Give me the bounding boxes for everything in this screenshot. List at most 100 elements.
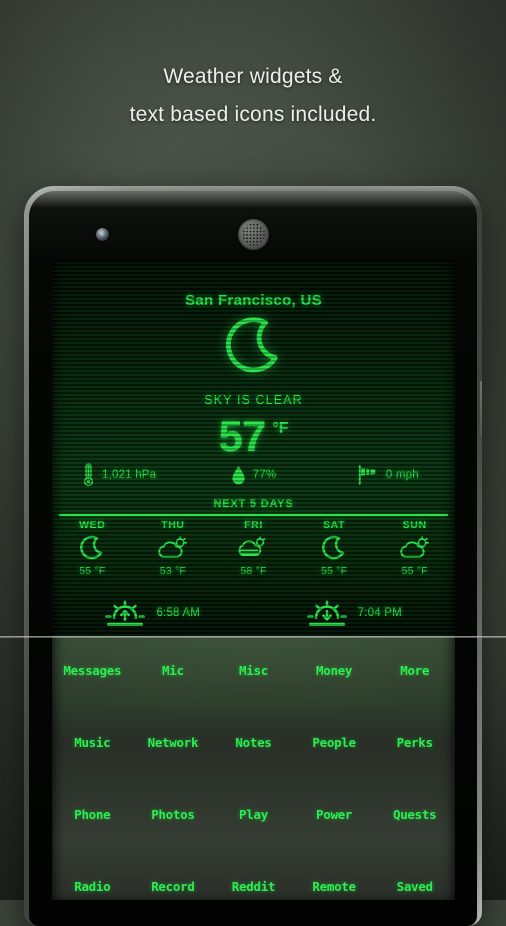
app-label: Record <box>151 879 195 894</box>
forecast-day-fri: FRI 58 °F <box>213 519 294 591</box>
weather-condition-icon-wrap <box>52 315 455 379</box>
app-label: More <box>400 663 430 678</box>
forecast-day-label: THU <box>161 519 185 531</box>
app-icon-people[interactable]: People <box>294 734 375 752</box>
forecast-divider <box>59 514 448 516</box>
forecast-day-sat: SAT 55 °F <box>294 519 375 591</box>
forecast-icon-wrap <box>294 534 375 562</box>
weather-city: San Francisco, US <box>185 292 322 309</box>
weather-metrics-row: 1,021 hPa 77% 0 mph <box>52 458 455 492</box>
forecast-day-sun: SUN 55 °F <box>374 519 455 591</box>
phone-screen: San Francisco, US SKY IS CLEAR 57 °F 1,0… <box>52 260 455 900</box>
app-drawer: Messages Mic Misc Money More Music Netwo… <box>52 636 455 900</box>
forecast-icon-wrap <box>133 534 214 562</box>
forecast-icon-wrap <box>213 534 294 562</box>
cloud-sun-icon <box>158 535 187 558</box>
water-drop-icon <box>232 465 245 484</box>
metric-wind: 0 mph <box>321 464 455 486</box>
drawer-row-1: Messages Mic Misc Money More <box>52 658 455 684</box>
app-label: Notes <box>235 735 272 750</box>
sunrise-item: 6:58 AM <box>52 593 254 633</box>
headline-line-1: Weather widgets & <box>163 65 343 88</box>
app-label: Quests <box>392 807 437 822</box>
app-icon-power[interactable]: Power <box>294 806 375 824</box>
app-label: Power <box>316 807 353 822</box>
app-label: Perks <box>396 735 433 750</box>
forecast-temp: 58 °F <box>240 565 267 577</box>
power-button[interactable] <box>480 381 482 437</box>
app-icon-money[interactable]: Money <box>294 662 375 680</box>
app-icon-remote[interactable]: Remote <box>294 878 375 896</box>
sunset-icon <box>306 600 347 626</box>
app-icon-play[interactable]: Play <box>213 806 294 824</box>
sunset-time: 7:04 PM <box>357 607 402 619</box>
weather-widget[interactable]: San Francisco, US SKY IS CLEAR 57 °F 1,0… <box>52 260 455 636</box>
earpiece-speaker-icon <box>238 219 269 250</box>
forecast-day-label: FRI <box>244 519 263 531</box>
forecast-temp: 55 °F <box>401 565 428 577</box>
drawer-row-3: Phone Photos Play Power Quests <box>52 802 455 828</box>
app-label: Saved <box>396 879 433 894</box>
app-icon-radio[interactable]: Radio <box>52 878 133 896</box>
forecast-row: WED 55 °F THU 53 °F FRI 58 °F SAT 55 °F … <box>52 519 455 591</box>
app-label: Photos <box>151 807 195 822</box>
app-icon-photos[interactable]: Photos <box>133 806 214 824</box>
app-label: Music <box>74 735 111 750</box>
weather-condition-text: SKY IS CLEAR <box>204 393 303 407</box>
app-label: Messages <box>63 663 122 678</box>
app-icon-saved[interactable]: Saved <box>374 878 455 896</box>
metric-humidity: 77% <box>186 465 320 486</box>
windsock-icon <box>358 464 376 486</box>
forecast-day-thu: THU 53 °F <box>133 519 214 591</box>
app-label: Misc <box>239 663 268 678</box>
mist-cloud-icon <box>239 536 266 557</box>
front-camera-icon <box>96 228 109 241</box>
app-icon-network[interactable]: Network <box>133 734 214 752</box>
sunrise-time: 6:58 AM <box>156 607 201 619</box>
headline: Weather widgets & text based icons inclu… <box>0 58 506 134</box>
weather-temperature-row: 57 °F <box>52 415 455 459</box>
forecast-header: NEXT 5 DAYS <box>213 498 294 510</box>
app-label: Mic <box>162 663 184 678</box>
forecast-day-label: SAT <box>323 519 346 531</box>
app-label: Phone <box>74 807 111 822</box>
app-label: Remote <box>312 879 356 894</box>
app-label: Radio <box>74 879 111 894</box>
app-icon-reddit[interactable]: Reddit <box>213 878 294 896</box>
metric-humidity-value: 77% <box>252 469 277 481</box>
sun-times-row: 6:58 AM 7:04 PM <box>52 593 455 633</box>
metric-pressure-value: 1,021 hPa <box>102 469 157 481</box>
app-icon-music[interactable]: Music <box>52 734 133 752</box>
forecast-icon-wrap <box>52 534 133 562</box>
forecast-temp: 53 °F <box>159 565 186 577</box>
forecast-day-label: SUN <box>402 519 427 531</box>
image-seam-line <box>0 636 506 638</box>
moon-crescent-icon <box>225 317 278 373</box>
drawer-row-4: Radio Record Reddit Remote Saved <box>52 874 455 900</box>
forecast-day-label: WED <box>79 519 106 531</box>
app-icon-more[interactable]: More <box>374 662 455 680</box>
speaker-mesh <box>242 223 265 246</box>
app-label: Network <box>147 735 199 750</box>
app-icon-phone[interactable]: Phone <box>52 806 133 824</box>
cloud-sun-icon <box>399 535 429 558</box>
forecast-day-wed: WED 55 °F <box>52 519 133 591</box>
moon-crescent-icon <box>322 535 345 560</box>
app-icon-mic[interactable]: Mic <box>133 662 214 680</box>
thermometer-icon <box>83 463 94 487</box>
app-icon-quests[interactable]: Quests <box>374 806 455 824</box>
sunrise-icon <box>105 600 146 626</box>
weather-temperature-value: 57 <box>218 412 266 461</box>
forecast-temp: 55 °F <box>79 565 106 577</box>
forecast-icon-wrap <box>374 534 455 562</box>
moon-crescent-icon <box>80 535 103 560</box>
app-icon-misc[interactable]: Misc <box>213 662 294 680</box>
app-icon-record[interactable]: Record <box>133 878 214 896</box>
forecast-temp: 55 °F <box>320 565 348 577</box>
app-icon-messages[interactable]: Messages <box>52 662 133 680</box>
app-icon-perks[interactable]: Perks <box>374 734 455 752</box>
bezel-gloss <box>24 186 482 208</box>
app-icon-notes[interactable]: Notes <box>213 734 294 752</box>
weather-temperature-unit: °F <box>272 420 289 437</box>
app-label: Money <box>316 663 353 678</box>
